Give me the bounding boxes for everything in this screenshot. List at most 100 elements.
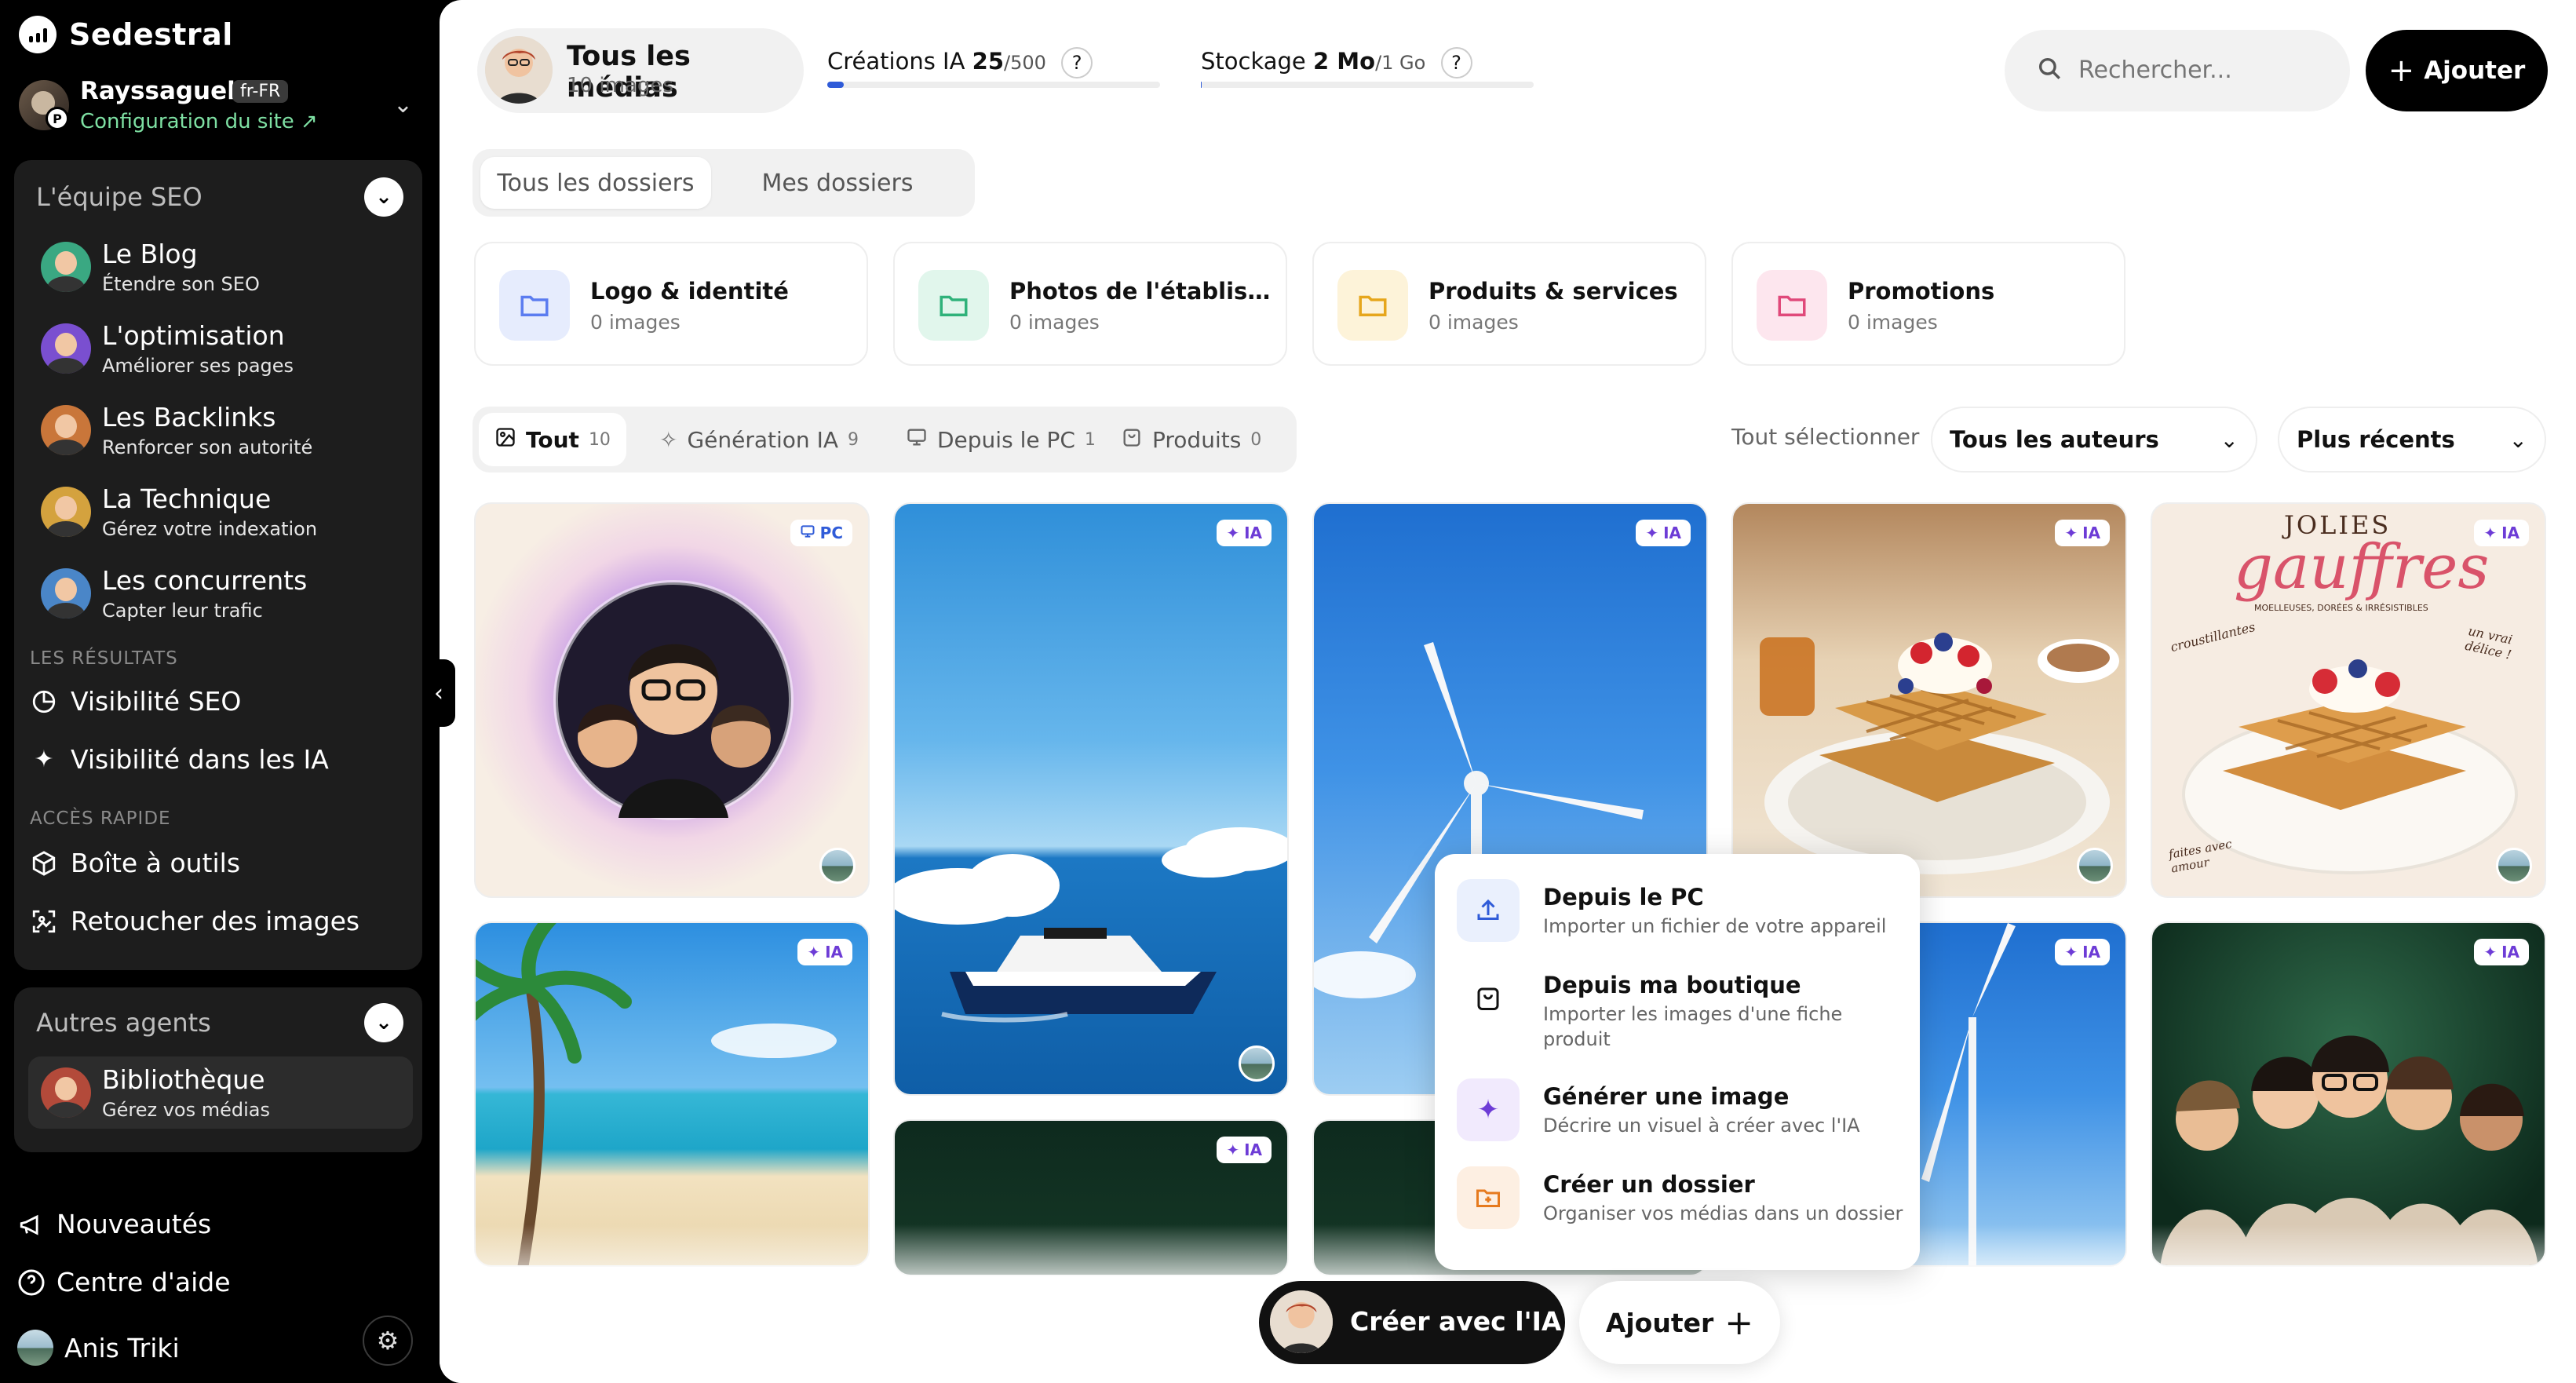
media-tile[interactable]: ✦ IA xyxy=(1731,502,2127,898)
agent-subtitle: Gérez votre indexation xyxy=(102,518,318,540)
chevron-left-icon: ‹ xyxy=(434,679,443,707)
storage-bar xyxy=(1201,82,1534,88)
nav-retoucher-images[interactable]: Retoucher des images xyxy=(30,906,359,936)
nav-visibilite-seo[interactable]: Visibilité SEO xyxy=(30,686,241,717)
agent-optimisation[interactable]: L'optimisation Améliorer ses pages xyxy=(28,312,413,385)
chevron-down-icon[interactable]: ⌄ xyxy=(364,1003,403,1042)
folder-name: Promotions xyxy=(1848,278,1995,305)
agent-blog[interactable]: Le Blog Étendre son SEO xyxy=(28,231,413,303)
sparkle-icon: ✦ xyxy=(1645,524,1659,542)
source-badge: ✦ IA xyxy=(2055,520,2110,546)
agent-avatar xyxy=(41,568,91,619)
beach-image xyxy=(476,923,837,1265)
folder-card[interactable]: Logo & identité 0 images xyxy=(474,242,868,366)
tab-my-folders[interactable]: Mes dossiers xyxy=(722,157,953,209)
ai-quota-value: 25 xyxy=(972,48,1004,75)
image-icon xyxy=(494,426,516,454)
filter-generation-ia[interactable]: ✧ Génération IA 9 xyxy=(644,413,874,466)
folder-card[interactable]: Produits & services 0 images xyxy=(1312,242,1706,366)
bag-icon xyxy=(1457,967,1520,1030)
folder-icon xyxy=(1337,270,1408,341)
gear-icon[interactable]: ⚙ xyxy=(363,1315,413,1366)
folder-count: 0 images xyxy=(590,311,680,334)
brand-logo-icon xyxy=(19,16,57,53)
sort-dropdown[interactable]: Plus récents ⌄ xyxy=(2278,407,2546,473)
nav-visibilite-ia[interactable]: ✦ Visibilité dans les IA xyxy=(30,744,329,775)
user-profile[interactable]: Anis Triki xyxy=(17,1330,180,1366)
menu-item-depuis-pc[interactable]: Depuis le PC Importer un fichier de votr… xyxy=(1457,879,1904,954)
team-group-image xyxy=(2160,1035,2538,1265)
create-ai-button[interactable]: Créer avec l'IA xyxy=(1259,1281,1565,1364)
main-content: Tous les médias 10 images Créations IA 2… xyxy=(440,0,2576,1383)
filter-count: 10 xyxy=(588,429,611,450)
team-avatar-image xyxy=(553,580,794,820)
agent-concurrents[interactable]: Les concurrents Capter leur trafic xyxy=(28,557,413,629)
filter-depuis-pc[interactable]: Depuis le PC 1 xyxy=(890,413,1111,466)
section-label-results: LES RÉSULTATS xyxy=(30,648,178,669)
agent-avatar xyxy=(41,323,91,374)
folder-name: Logo & identité xyxy=(590,278,789,305)
poster-title-2: gauffres xyxy=(2234,532,2490,603)
sidebar-collapse-button[interactable]: ‹ xyxy=(422,659,455,727)
badge-label: IA xyxy=(1244,1140,1262,1159)
folder-card[interactable]: Photos de l'établisse... 0 images xyxy=(893,242,1287,366)
author-avatar xyxy=(2496,848,2532,884)
folder-card[interactable]: Promotions 0 images xyxy=(1731,242,2125,366)
help-icon[interactable]: ? xyxy=(1061,47,1093,78)
tab-all-folders[interactable]: Tous les dossiers xyxy=(480,157,711,209)
folder-tabs: Tous les dossiers Mes dossiers xyxy=(473,149,975,217)
media-tile[interactable]: JOLIES gauffres MOELLEUSES, DORÉES & IRR… xyxy=(2151,502,2546,898)
author-filter-value: Tous les auteurs xyxy=(1950,426,2159,453)
filter-produits[interactable]: Produits 0 xyxy=(1105,413,1277,466)
user-avatar xyxy=(17,1330,53,1366)
storage-label: Stockage xyxy=(1201,48,1306,75)
menu-item-depuis-boutique[interactable]: Depuis ma boutique Importer les images d… xyxy=(1457,967,1904,1055)
media-tile[interactable]: ✦ IA xyxy=(893,502,1289,1096)
nav-boite-outils[interactable]: Boîte à outils xyxy=(30,848,240,878)
sparkle-icon: ✦ xyxy=(34,746,54,773)
chevron-down-icon[interactable]: ⌄ xyxy=(393,91,413,119)
media-tile[interactable]: PC xyxy=(474,502,870,898)
media-tile[interactable]: ✦ IA xyxy=(474,921,870,1267)
site-selector[interactable]: P Rayssaguel fr-FR Configuration du site… xyxy=(19,75,421,138)
sparkle-icon: ✦ xyxy=(1226,1140,1240,1159)
nav-label: Visibilité dans les IA xyxy=(71,744,329,775)
chevron-down-icon[interactable]: ⌄ xyxy=(364,177,403,217)
source-badge: ✦ IA xyxy=(2474,520,2529,546)
help-icon[interactable]: ? xyxy=(1440,47,1472,78)
agent-technique[interactable]: La Technique Gérez votre indexation xyxy=(28,476,413,548)
search-input[interactable] xyxy=(2078,57,2330,84)
search-box[interactable] xyxy=(2005,30,2350,111)
nav-nouveautes[interactable]: Nouveautés xyxy=(17,1209,211,1239)
user-name: Anis Triki xyxy=(64,1332,180,1363)
site-config-link[interactable]: Configuration du site ↗ xyxy=(80,110,318,133)
menu-item-creer-dossier[interactable]: Créer un dossier Organiser vos médias da… xyxy=(1457,1166,1904,1254)
site-badge: P xyxy=(46,107,69,130)
agent-backlinks[interactable]: Les Backlinks Renforcer son autorité xyxy=(28,394,413,466)
nav-centre-aide[interactable]: Centre d'aide xyxy=(17,1267,231,1297)
source-badge: ✦ IA xyxy=(1636,520,1691,546)
menu-item-title: Depuis ma boutique xyxy=(1543,972,1801,998)
author-filter-dropdown[interactable]: Tous les auteurs ⌄ xyxy=(1931,407,2257,473)
menu-item-generer-image[interactable]: ✦ Générer une image Décrire un visuel à … xyxy=(1457,1078,1904,1154)
author-avatar xyxy=(2077,848,2113,884)
filter-count: 0 xyxy=(1250,429,1262,450)
add-bottom-label: Ajouter xyxy=(1605,1307,1714,1338)
filter-count: 9 xyxy=(847,429,859,450)
filter-tout[interactable]: Tout 10 xyxy=(479,413,626,466)
add-button[interactable]: + Ajouter xyxy=(2366,30,2548,111)
select-all-link[interactable]: Tout sélectionner xyxy=(1731,424,1919,450)
agent-bibliotheque[interactable]: Bibliothèque Gérez vos médias xyxy=(28,1056,413,1129)
agent-title: Le Blog xyxy=(102,239,198,269)
folder-icon xyxy=(918,270,989,341)
brand[interactable]: Sedestral xyxy=(19,16,233,53)
media-tile[interactable]: ✦ IA xyxy=(2151,921,2546,1267)
badge-label: IA xyxy=(2501,943,2519,962)
sparkle-icon: ✦ xyxy=(2483,943,2498,962)
add-bottom-button[interactable]: Ajouter + xyxy=(1579,1281,1780,1364)
pie-chart-icon xyxy=(30,688,58,716)
agent-avatar xyxy=(41,242,91,292)
library-avatar xyxy=(485,36,553,104)
site-lang-badge: fr-FR xyxy=(232,80,289,103)
poster-tagline: MOELLEUSES, DORÉES & IRRÉSISTIBLES xyxy=(2254,603,2428,613)
